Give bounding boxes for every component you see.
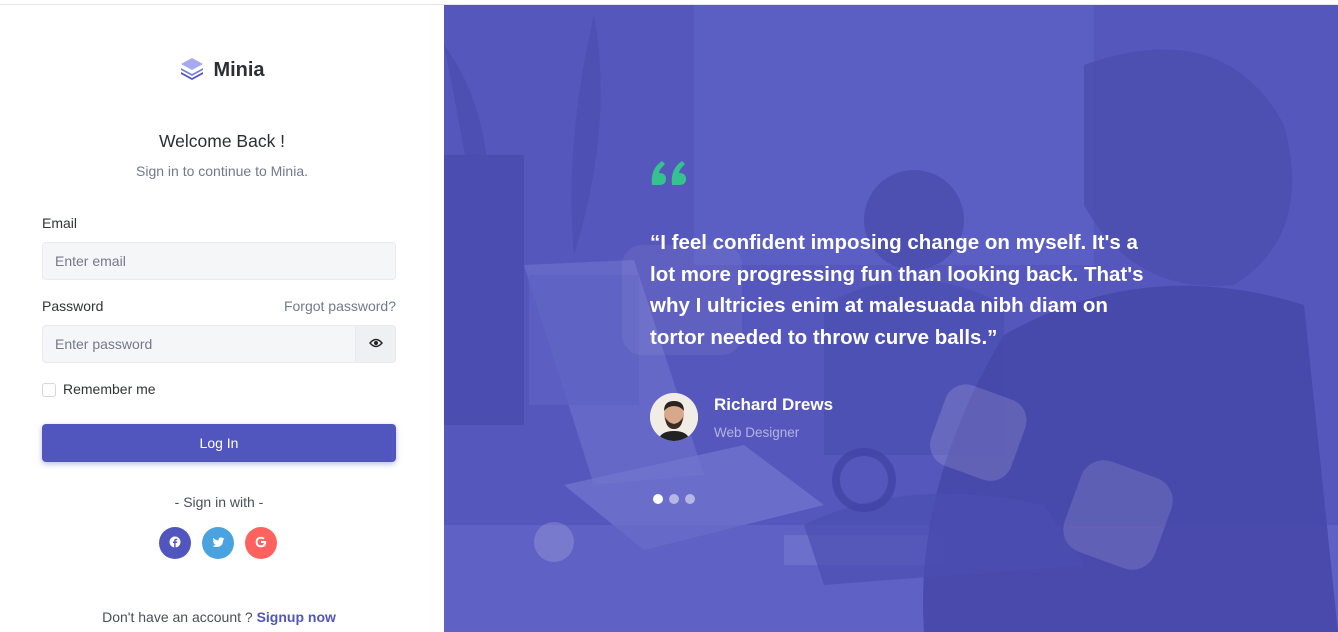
password-toggle-button[interactable]: [355, 325, 396, 363]
testimonial-panel: “I feel confident imposing change on mys…: [444, 5, 1338, 632]
brand-name: Minia: [213, 58, 265, 81]
layers-icon: [179, 56, 205, 85]
carousel-dot-2[interactable]: [669, 494, 679, 504]
twitter-icon: [211, 536, 225, 551]
google-login-button[interactable]: [245, 527, 277, 559]
page-title: Welcome Back !: [158, 131, 286, 151]
signup-prompt-text: Don't have an account ?: [102, 609, 253, 625]
forgot-password-link[interactable]: Forgot password?: [284, 298, 396, 314]
email-field[interactable]: Enter email: [42, 242, 396, 280]
quote-icon: [650, 159, 688, 192]
email-label: Email: [42, 215, 78, 231]
author-role: Web Designer: [714, 425, 800, 440]
signin-with-divider: - Sign in with -: [174, 494, 264, 510]
brand[interactable]: Minia: [0, 57, 444, 83]
facebook-icon: [169, 536, 181, 551]
remember-me-checkbox[interactable]: [42, 383, 56, 397]
login-panel: Minia Welcome Back ! Sign in to continue…: [0, 5, 444, 632]
signup-link[interactable]: Signup now: [257, 609, 336, 625]
google-icon: [255, 536, 267, 551]
twitter-login-button[interactable]: [202, 527, 234, 559]
password-label: Password: [42, 298, 104, 314]
carousel-dot-3[interactable]: [685, 494, 695, 504]
page-subtitle: Sign in to continue to Minia.: [136, 163, 308, 179]
eye-icon: [368, 335, 383, 353]
carousel-dot-1[interactable]: [653, 494, 663, 504]
avatar: [650, 393, 698, 441]
testimonial-quote: “I feel confident imposing change on mys…: [650, 231, 1144, 349]
remember-me-label[interactable]: Remember me: [63, 381, 156, 397]
signup-prompt: Don't have an account ? Signup now: [0, 609, 438, 625]
password-field[interactable]: Enter password: [42, 325, 356, 363]
carousel-indicators: [653, 494, 695, 504]
facebook-login-button[interactable]: [159, 527, 191, 559]
login-button[interactable]: Log In: [42, 424, 396, 462]
author-name: Richard Drews: [714, 395, 834, 414]
